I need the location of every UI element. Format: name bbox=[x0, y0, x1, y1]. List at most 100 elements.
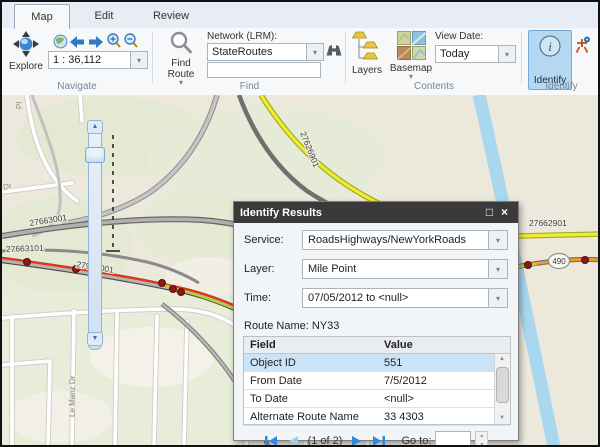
map-scale-combobox[interactable]: 1 : 36,112 ▾ bbox=[48, 51, 148, 69]
route-name-value: NY33 bbox=[312, 320, 340, 332]
zoom-out-slider-button[interactable]: ▼ bbox=[87, 332, 103, 346]
svg-text:490: 490 bbox=[552, 257, 566, 266]
layers-label: Layers bbox=[352, 65, 382, 76]
field-cell: Alternate Route Name bbox=[244, 411, 378, 423]
find-route-label-1: Find bbox=[171, 58, 190, 69]
tab-edit[interactable]: Edit bbox=[76, 5, 132, 27]
field-cell: From Date bbox=[244, 375, 378, 387]
table-scrollbar[interactable]: ▲ ▼ bbox=[494, 354, 510, 424]
network-lrm-value: StateRoutes bbox=[208, 44, 306, 60]
scroll-up-icon[interactable]: ▲ bbox=[495, 354, 509, 365]
basemap-button[interactable]: Basemap ▾ bbox=[391, 31, 431, 80]
table-header-row: Field Value bbox=[244, 337, 510, 354]
value-column-header: Value bbox=[378, 339, 510, 351]
chevron-down-icon[interactable]: ▾ bbox=[306, 44, 323, 60]
layer-value: Mile Point bbox=[303, 260, 488, 278]
identify-route-pin-icon[interactable] bbox=[574, 36, 591, 59]
dialog-titlebar[interactable]: Identify Results □ × bbox=[234, 202, 518, 223]
explore-button[interactable]: Explore bbox=[6, 30, 46, 72]
find-route-magnifier-icon bbox=[169, 31, 193, 58]
time-value: 07/05/2012 to <null> bbox=[303, 289, 488, 307]
page-indicator: (1 of 2) bbox=[308, 435, 343, 447]
time-label: Time: bbox=[244, 292, 302, 304]
layer-row: Layer: Mile Point ▾ bbox=[244, 260, 508, 278]
dialog-title-text: Identify Results bbox=[240, 207, 482, 219]
route-search-input[interactable] bbox=[207, 62, 321, 78]
field-column-header: Field bbox=[244, 339, 378, 351]
view-date-combobox[interactable]: Today ▾ bbox=[435, 45, 516, 63]
scrollbar-thumb[interactable] bbox=[496, 367, 509, 403]
scroll-down-icon[interactable]: ▼ bbox=[495, 413, 509, 424]
network-lrm-combobox[interactable]: StateRoutes ▾ bbox=[207, 43, 324, 61]
tab-review[interactable]: Review bbox=[140, 5, 202, 27]
last-page-button[interactable] bbox=[372, 435, 386, 447]
ribbon-tabbar: Map Edit Review bbox=[2, 2, 598, 29]
pagination-bar: (1 of 2) Go to: ▲ ▼ bbox=[234, 429, 518, 447]
chevron-down-icon[interactable]: ▾ bbox=[130, 52, 147, 68]
find-route-button[interactable]: Find Route ▾ bbox=[160, 31, 202, 86]
tab-map[interactable]: Map bbox=[14, 4, 70, 29]
group-divider bbox=[345, 32, 346, 83]
chevron-down-icon[interactable]: ▾ bbox=[488, 231, 507, 249]
value-cell: 551 bbox=[378, 357, 510, 369]
route-name-label: Route Name: bbox=[244, 320, 309, 332]
goto-label: Go to: bbox=[401, 435, 431, 447]
app-window: Map Edit Review Explore bbox=[0, 0, 600, 447]
attribute-table: Field Value Object ID 551 From Date 7/5/… bbox=[243, 336, 511, 425]
street-label: Pl bbox=[15, 102, 24, 109]
map-zoom-slider: ▲ ▼ bbox=[87, 120, 102, 348]
route-name-row: Route Name: NY33 bbox=[244, 320, 339, 332]
find-group-label: Find bbox=[157, 81, 342, 93]
table-row[interactable]: From Date 7/5/2012 bbox=[244, 372, 510, 390]
group-divider bbox=[521, 32, 522, 83]
map-scale-value: 1 : 36,112 bbox=[49, 52, 130, 68]
chevron-down-icon[interactable]: ▾ bbox=[498, 46, 515, 62]
zoom-in-slider-button[interactable]: ▲ bbox=[87, 120, 103, 134]
ribbon: Explore bbox=[2, 28, 598, 95]
field-cell: To Date bbox=[244, 393, 378, 405]
explore-label: Explore bbox=[9, 61, 43, 72]
next-page-button[interactable] bbox=[351, 435, 363, 447]
service-label: Service: bbox=[244, 234, 302, 246]
layers-icon bbox=[352, 31, 382, 65]
chevron-down-icon[interactable]: ▾ bbox=[488, 260, 507, 278]
identify-group-label: Identify bbox=[521, 81, 600, 93]
layer-combobox[interactable]: Mile Point ▾ bbox=[302, 259, 508, 279]
view-date-value: Today bbox=[436, 46, 498, 62]
maximize-icon[interactable]: □ bbox=[482, 202, 497, 223]
first-page-button[interactable] bbox=[264, 435, 278, 447]
spinner-up-icon[interactable]: ▲ bbox=[476, 432, 487, 441]
route-label: 27662901 bbox=[529, 218, 567, 228]
contents-group-label: Contents bbox=[350, 81, 518, 93]
previous-page-button[interactable] bbox=[287, 435, 299, 447]
identify-results-dialog: Identify Results □ × Service: RoadsHighw… bbox=[233, 201, 519, 441]
view-date-label: View Date: bbox=[435, 31, 483, 42]
table-row[interactable]: To Date <null> bbox=[244, 390, 510, 408]
basemap-icon bbox=[397, 31, 426, 63]
value-cell: <null> bbox=[378, 393, 510, 405]
service-value: RoadsHighways/NewYorkRoads bbox=[303, 231, 488, 249]
table-row[interactable]: Object ID 551 bbox=[244, 354, 510, 372]
table-row[interactable]: Alternate Route Name 33 4303 bbox=[244, 408, 510, 426]
chevron-down-icon[interactable]: ▾ bbox=[488, 289, 507, 307]
close-icon[interactable]: × bbox=[497, 202, 512, 223]
time-row: Time: 07/05/2012 to <null> ▾ bbox=[244, 289, 508, 307]
identify-i-icon: i bbox=[538, 34, 562, 63]
service-row: Service: RoadsHighways/NewYorkRoads ▾ bbox=[244, 231, 508, 249]
layers-button[interactable]: Layers bbox=[350, 31, 384, 76]
goto-page-input[interactable] bbox=[435, 431, 471, 447]
service-combobox[interactable]: RoadsHighways/NewYorkRoads ▾ bbox=[302, 230, 508, 250]
route-label: 27663101 bbox=[6, 243, 44, 254]
spinner-down-icon[interactable]: ▼ bbox=[476, 441, 487, 447]
value-cell: 33 4303 bbox=[378, 411, 510, 423]
time-combobox[interactable]: 07/05/2012 to <null> ▾ bbox=[302, 288, 508, 308]
network-lrm-label: Network (LRM): bbox=[207, 31, 277, 42]
layer-label: Layer: bbox=[244, 263, 302, 275]
goto-spinner[interactable]: ▲ ▼ bbox=[475, 431, 488, 447]
zoom-slider-handle[interactable] bbox=[85, 147, 105, 163]
street-label: Le Manz Dr bbox=[68, 375, 77, 417]
explore-compass-icon bbox=[12, 30, 40, 61]
value-cell: 7/5/2012 bbox=[378, 375, 510, 387]
goto-group: Go to: ▲ ▼ bbox=[401, 431, 488, 447]
binoculars-icon[interactable] bbox=[326, 43, 342, 62]
